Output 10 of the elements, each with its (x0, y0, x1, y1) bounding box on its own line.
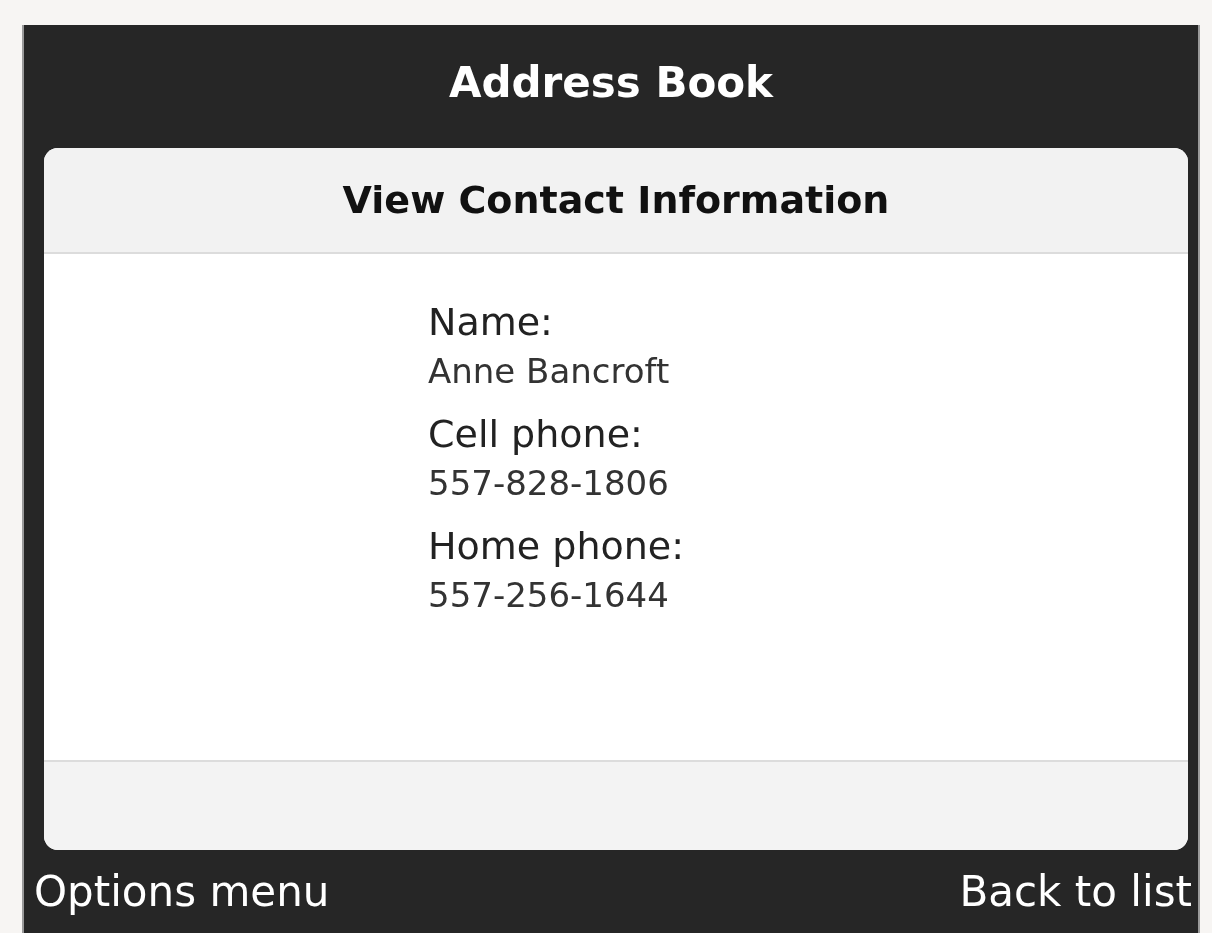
options-menu-softkey[interactable]: Options menu (34, 867, 330, 916)
field-value: 557-828-1806 (428, 462, 670, 505)
field-label: Name: (428, 299, 554, 346)
card-heading: View Contact Information (342, 178, 890, 222)
field-value: 557-256-1644 (428, 574, 670, 617)
field-label: Cell phone: (428, 411, 644, 458)
field-value: Anne Bancroft (428, 350, 671, 393)
field-label: Home phone: (428, 523, 686, 570)
app-title: Address Book (448, 58, 774, 107)
back-softkey[interactable]: Back to list (959, 867, 1192, 916)
